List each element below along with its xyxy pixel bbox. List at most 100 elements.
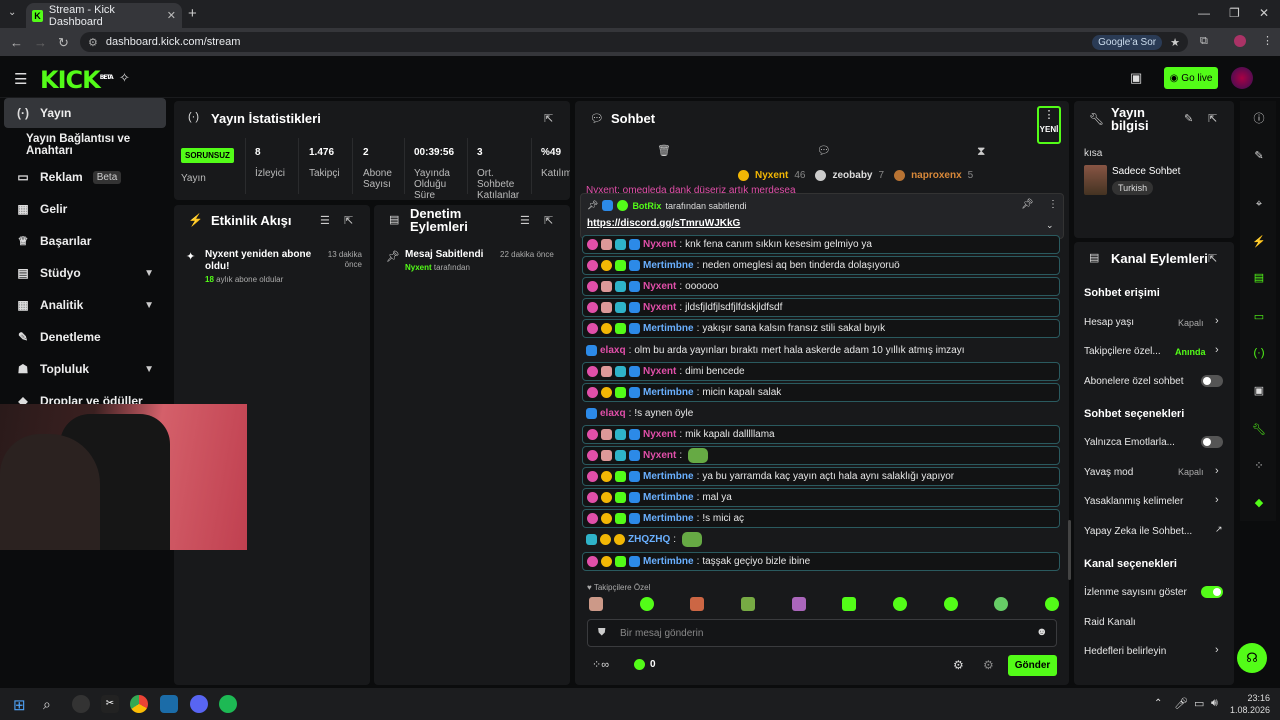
new-tab-icon[interactable]: + <box>188 5 197 22</box>
filter-icon[interactable]: ☰ <box>320 214 330 227</box>
chat-username[interactable]: Nyxent <box>643 429 676 440</box>
chat-username[interactable]: Nyxent <box>643 366 676 377</box>
chat-username[interactable]: Nyxent <box>643 281 676 292</box>
emote-icon[interactable] <box>589 597 603 611</box>
emote-icon[interactable] <box>791 597 806 611</box>
popout-icon[interactable]: ⇱ <box>544 214 553 227</box>
mic-icon[interactable]: 🎤︎ <box>1174 697 1188 710</box>
external-link-icon[interactable]: ↗ <box>1215 524 1223 535</box>
chat-message[interactable]: ZHQZHQ: <box>582 530 1060 549</box>
edit-icon[interactable]: ✎ <box>1184 112 1193 125</box>
followers-only-setting[interactable]: Takipçilere özel... <box>1084 346 1161 357</box>
chevron-right-icon[interactable]: › <box>1215 315 1219 327</box>
chat-username[interactable]: Nyxent <box>643 302 676 313</box>
chat-username[interactable]: Nyxent <box>643 450 676 461</box>
chat-message[interactable]: Nyxent: mik kapalı dalllllama <box>582 424 1060 444</box>
nodes-icon[interactable]: ⁘ <box>1248 454 1270 476</box>
emote-icon[interactable] <box>943 597 958 611</box>
window-close-icon[interactable]: ✕ <box>1259 6 1269 20</box>
chat-username[interactable]: Mertimbne <box>643 556 694 567</box>
chat-icon[interactable]: 💬︎ <box>817 144 831 157</box>
mod-gear-icon[interactable]: ⚙ <box>983 658 994 672</box>
chat-scrollbar[interactable] <box>1068 520 1071 580</box>
chat-message[interactable]: Nyxent: jldsfjldfjlsdfjlfdskjldfsdf <box>582 298 1060 318</box>
steam-icon[interactable] <box>160 695 178 713</box>
forward-icon[interactable]: → <box>34 35 47 50</box>
kick-points[interactable]: 0 <box>634 659 656 670</box>
chat-message[interactable]: Mertimbne: ya bu yarramda kaç yayın açtı … <box>582 467 1060 487</box>
chat-username[interactable]: Mertimbne <box>643 260 694 271</box>
chrome-icon[interactable] <box>130 695 148 713</box>
kick-logo[interactable]: KICKBETA <box>40 66 114 94</box>
emote-icon[interactable] <box>639 597 654 611</box>
ai-chat-setting[interactable]: Yapay Zeka ile Sohbet... <box>1084 526 1192 537</box>
network-icon[interactable]: ▭ <box>1194 697 1204 710</box>
hourglass-icon[interactable]: ⧗ <box>977 144 985 159</box>
diamond-icon[interactable]: ◆ <box>1248 491 1270 513</box>
bookmark-star-icon[interactable]: ★ <box>1170 36 1180 49</box>
back-icon[interactable]: ← <box>10 35 23 50</box>
send-button[interactable]: Gönder <box>1008 655 1057 676</box>
tray-chevron-icon[interactable]: ⌃ <box>1154 698 1162 709</box>
browser-tab[interactable]: K Stream - Kick Dashboard ✕ <box>26 3 182 28</box>
viewcount-toggle[interactable] <box>1201 586 1223 598</box>
emote-icon[interactable] <box>740 597 755 611</box>
sidebar-item-basarilar[interactable]: ♕ Başarılar <box>0 226 166 256</box>
chat-message[interactable]: elaxq: !s aynen öyle <box>582 404 1060 423</box>
emote-icon[interactable] <box>1044 597 1059 611</box>
account-age-label[interactable]: Hesap yaşı <box>1084 317 1134 328</box>
more-vertical-icon[interactable]: ⋮ <box>1048 199 1058 210</box>
taskbar-date[interactable]: 1.08.2026 <box>1222 705 1270 715</box>
subs-only-toggle[interactable] <box>1201 375 1223 387</box>
volume-icon[interactable]: 🔊︎ <box>1211 697 1218 710</box>
info-icon[interactable]: ⓘ <box>1248 107 1270 129</box>
emote-icon[interactable] <box>690 597 705 611</box>
raid-channel-setting[interactable]: Raid Kanalı <box>1084 617 1136 628</box>
settings-gear-icon[interactable]: ⚙ <box>953 658 964 672</box>
unpin-icon[interactable]: 📌︎ <box>1021 199 1034 210</box>
popout-icon[interactable]: ⇱ <box>1208 112 1217 125</box>
goals-setting[interactable]: Hedefleri belirleyin <box>1084 646 1166 657</box>
focus-icon[interactable]: ⌖ <box>1248 193 1270 215</box>
pinned-link[interactable]: https://discord.gg/sTmruWJKkG <box>587 218 740 229</box>
chevron-right-icon[interactable]: › <box>1215 344 1219 356</box>
chat-message[interactable]: Nyxent: oooooo <box>582 277 1060 297</box>
chat-message[interactable]: Mertimbne: mal ya <box>582 488 1060 508</box>
menu-icon[interactable]: ☰ <box>14 70 27 88</box>
layout-icon[interactable]: ▣ <box>1248 379 1270 401</box>
reload-icon[interactable]: ↻ <box>58 35 69 51</box>
chat-username[interactable]: ZHQZHQ <box>628 534 670 545</box>
url-field[interactable]: ⚙ dashboard.kick.com/stream Google'a Sor… <box>80 32 1188 52</box>
profile-avatar[interactable] <box>1234 35 1246 47</box>
broadcast-icon[interactable]: (·) <box>1248 342 1270 364</box>
sidebar-item-topluluk[interactable]: ☗ Topluluk ▼ <box>0 354 166 384</box>
filter-icon[interactable]: ☰ <box>520 214 530 227</box>
slow-mode-setting[interactable]: Yavaş mod <box>1084 467 1133 478</box>
chat-message[interactable]: Nyxent: <box>582 446 1060 465</box>
chevron-right-icon[interactable]: › <box>1215 644 1219 656</box>
sidebar-item-yayin[interactable]: (·) Yayın <box>4 98 166 128</box>
sidebar-item-stream-key[interactable]: Yayın Bağlantısı ve Anahtarı <box>0 130 166 160</box>
chat-message[interactable]: elaxq: olm bu arda yayınları bıraktı mert… <box>582 341 1060 360</box>
banned-words-setting[interactable]: Yasaklanmış kelimeler <box>1084 496 1183 507</box>
lightning-icon[interactable]: ⚡ <box>1248 230 1270 252</box>
chat-username[interactable]: elaxq <box>600 345 626 356</box>
support-chat-icon[interactable]: ☊ <box>1237 643 1267 673</box>
taskbar-time[interactable]: 23:16 <box>1232 693 1270 703</box>
extensions-icon[interactable]: ⧉ <box>1200 35 1208 48</box>
chat-username[interactable]: Mertimbne <box>643 492 694 503</box>
go-live-button[interactable]: ◉ Go live <box>1164 67 1218 89</box>
emotes-only-toggle[interactable] <box>1201 436 1223 448</box>
studio-view-icon[interactable]: ▣ <box>1130 70 1142 86</box>
emote-icon[interactable] <box>892 597 907 611</box>
maximize-icon[interactable]: ❐ <box>1229 6 1240 20</box>
sidebar-item-gelir[interactable]: ▦ Gelir <box>0 194 166 224</box>
chevron-down-icon[interactable]: ⌄ <box>1046 220 1054 231</box>
windows-start-icon[interactable]: ⊞ <box>13 696 26 714</box>
search-icon[interactable]: ⌕ <box>43 696 51 713</box>
sidebar-item-reklam[interactable]: ▭ Reklam Beta <box>0 162 166 192</box>
browser-menu-icon[interactable]: ⋮ <box>1262 34 1273 47</box>
tab-search-icon[interactable]: ⌄ <box>8 7 16 18</box>
sidebar-item-studyo[interactable]: ▤ Stüdyo ▼ <box>0 258 166 288</box>
document-icon[interactable]: ▤ <box>1248 266 1270 288</box>
